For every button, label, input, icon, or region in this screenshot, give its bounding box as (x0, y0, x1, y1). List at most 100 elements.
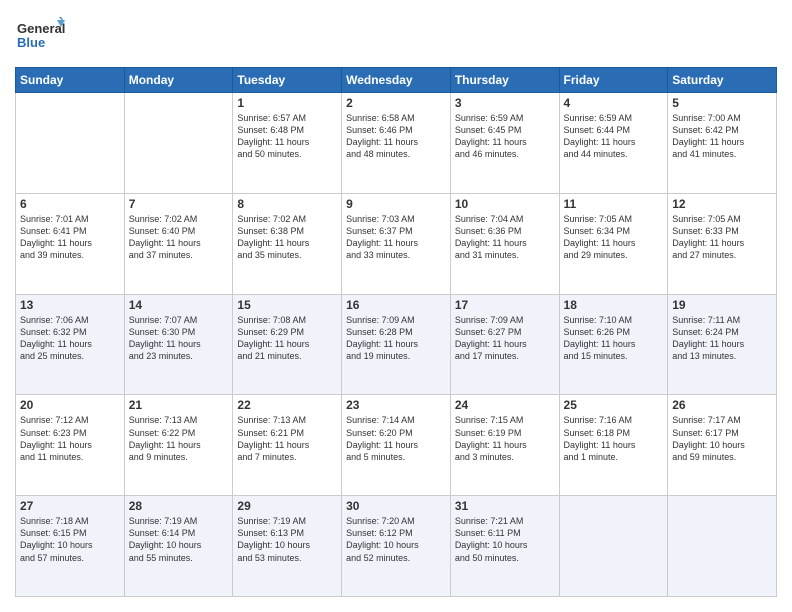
logo: General Blue (15, 15, 65, 57)
calendar-cell: 2 Sunrise: 6:58 AM Sunset: 6:46 PM Daylig… (342, 93, 451, 194)
cell-content: Sunrise: 7:09 AM Sunset: 6:27 PM Dayligh… (455, 314, 555, 363)
cell-content: Sunrise: 7:05 AM Sunset: 6:34 PM Dayligh… (564, 213, 664, 262)
day-number: 26 (672, 398, 772, 412)
day-number: 3 (455, 96, 555, 110)
calendar-cell: 23 Sunrise: 7:14 AM Sunset: 6:20 PM Dayli… (342, 395, 451, 496)
day-number: 12 (672, 197, 772, 211)
cell-content: Sunrise: 7:21 AM Sunset: 6:11 PM Dayligh… (455, 515, 555, 564)
cell-content: Sunrise: 7:12 AM Sunset: 6:23 PM Dayligh… (20, 414, 120, 463)
cell-content: Sunrise: 7:14 AM Sunset: 6:20 PM Dayligh… (346, 414, 446, 463)
svg-text:Blue: Blue (17, 35, 45, 50)
calendar-cell: 6Sunrise: 7:01 AM Sunset: 6:41 PM Daylig… (16, 193, 125, 294)
cell-content: Sunrise: 7:02 AM Sunset: 6:38 PM Dayligh… (237, 213, 337, 262)
calendar-week-row: 6Sunrise: 7:01 AM Sunset: 6:41 PM Daylig… (16, 193, 777, 294)
calendar-cell (668, 496, 777, 597)
calendar-cell: 29 Sunrise: 7:19 AM Sunset: 6:13 PM Dayli… (233, 496, 342, 597)
calendar-cell: 1 Sunrise: 6:57 AM Sunset: 6:48 PM Daylig… (233, 93, 342, 194)
day-number: 30 (346, 499, 446, 513)
day-header-tuesday: Tuesday (233, 68, 342, 93)
calendar-cell: 3Sunrise: 6:59 AM Sunset: 6:45 PM Daylig… (450, 93, 559, 194)
day-number: 20 (20, 398, 120, 412)
cell-content: Sunrise: 6:57 AM Sunset: 6:48 PM Dayligh… (237, 112, 337, 161)
day-number: 5 (672, 96, 772, 110)
cell-content: Sunrise: 7:15 AM Sunset: 6:19 PM Dayligh… (455, 414, 555, 463)
cell-content: Sunrise: 6:58 AM Sunset: 6:46 PM Dayligh… (346, 112, 446, 161)
calendar-cell: 19 Sunrise: 7:11 AM Sunset: 6:24 PM Dayli… (668, 294, 777, 395)
day-number: 9 (346, 197, 446, 211)
calendar-cell: 12 Sunrise: 7:05 AM Sunset: 6:33 PM Dayli… (668, 193, 777, 294)
calendar-cell: 30 Sunrise: 7:20 AM Sunset: 6:12 PM Dayli… (342, 496, 451, 597)
header: General Blue (15, 15, 777, 57)
calendar-cell: 8 Sunrise: 7:02 AM Sunset: 6:38 PM Daylig… (233, 193, 342, 294)
calendar-cell (124, 93, 233, 194)
day-number: 10 (455, 197, 555, 211)
day-number: 21 (129, 398, 229, 412)
day-number: 19 (672, 298, 772, 312)
day-number: 14 (129, 298, 229, 312)
cell-content: Sunrise: 7:00 AM Sunset: 6:42 PM Dayligh… (672, 112, 772, 161)
calendar-cell: 4Sunrise: 6:59 AM Sunset: 6:44 PM Daylig… (559, 93, 668, 194)
calendar-week-row: 27 Sunrise: 7:18 AM Sunset: 6:15 PM Dayli… (16, 496, 777, 597)
calendar-cell: 20 Sunrise: 7:12 AM Sunset: 6:23 PM Dayli… (16, 395, 125, 496)
calendar-cell: 5 Sunrise: 7:00 AM Sunset: 6:42 PM Daylig… (668, 93, 777, 194)
day-number: 18 (564, 298, 664, 312)
calendar-cell: 25Sunrise: 7:16 AM Sunset: 6:18 PM Dayli… (559, 395, 668, 496)
day-number: 22 (237, 398, 337, 412)
day-number: 2 (346, 96, 446, 110)
day-header-thursday: Thursday (450, 68, 559, 93)
cell-content: Sunrise: 7:17 AM Sunset: 6:17 PM Dayligh… (672, 414, 772, 463)
calendar-cell: 27 Sunrise: 7:18 AM Sunset: 6:15 PM Dayli… (16, 496, 125, 597)
calendar-cell: 22 Sunrise: 7:13 AM Sunset: 6:21 PM Dayli… (233, 395, 342, 496)
cell-content: Sunrise: 7:03 AM Sunset: 6:37 PM Dayligh… (346, 213, 446, 262)
cell-content: Sunrise: 7:16 AM Sunset: 6:18 PM Dayligh… (564, 414, 664, 463)
day-number: 31 (455, 499, 555, 513)
day-header-wednesday: Wednesday (342, 68, 451, 93)
calendar-cell: 18 Sunrise: 7:10 AM Sunset: 6:26 PM Dayli… (559, 294, 668, 395)
calendar-header-row: SundayMondayTuesdayWednesdayThursdayFrid… (16, 68, 777, 93)
calendar-week-row: 13Sunrise: 7:06 AM Sunset: 6:32 PM Dayli… (16, 294, 777, 395)
calendar-body: 1 Sunrise: 6:57 AM Sunset: 6:48 PM Daylig… (16, 93, 777, 597)
calendar-table: SundayMondayTuesdayWednesdayThursdayFrid… (15, 67, 777, 597)
calendar-cell: 13Sunrise: 7:06 AM Sunset: 6:32 PM Dayli… (16, 294, 125, 395)
day-header-friday: Friday (559, 68, 668, 93)
day-header-sunday: Sunday (16, 68, 125, 93)
day-number: 23 (346, 398, 446, 412)
cell-content: Sunrise: 7:19 AM Sunset: 6:13 PM Dayligh… (237, 515, 337, 564)
calendar-cell: 28Sunrise: 7:19 AM Sunset: 6:14 PM Dayli… (124, 496, 233, 597)
calendar-week-row: 20 Sunrise: 7:12 AM Sunset: 6:23 PM Dayli… (16, 395, 777, 496)
day-number: 11 (564, 197, 664, 211)
day-number: 27 (20, 499, 120, 513)
calendar-cell: 14 Sunrise: 7:07 AM Sunset: 6:30 PM Dayli… (124, 294, 233, 395)
day-header-saturday: Saturday (668, 68, 777, 93)
day-number: 13 (20, 298, 120, 312)
svg-text:General: General (17, 21, 65, 36)
day-number: 24 (455, 398, 555, 412)
calendar-cell: 11 Sunrise: 7:05 AM Sunset: 6:34 PM Dayli… (559, 193, 668, 294)
day-number: 29 (237, 499, 337, 513)
day-number: 16 (346, 298, 446, 312)
calendar-cell: 7 Sunrise: 7:02 AM Sunset: 6:40 PM Daylig… (124, 193, 233, 294)
cell-content: Sunrise: 7:10 AM Sunset: 6:26 PM Dayligh… (564, 314, 664, 363)
calendar-page: General Blue SundayMondayTuesdayWednesda… (0, 0, 792, 612)
cell-content: Sunrise: 7:01 AM Sunset: 6:41 PM Dayligh… (20, 213, 120, 262)
calendar-cell (16, 93, 125, 194)
cell-content: Sunrise: 7:13 AM Sunset: 6:21 PM Dayligh… (237, 414, 337, 463)
cell-content: Sunrise: 7:13 AM Sunset: 6:22 PM Dayligh… (129, 414, 229, 463)
cell-content: Sunrise: 7:08 AM Sunset: 6:29 PM Dayligh… (237, 314, 337, 363)
calendar-cell: 24 Sunrise: 7:15 AM Sunset: 6:19 PM Dayli… (450, 395, 559, 496)
day-number: 1 (237, 96, 337, 110)
cell-content: Sunrise: 7:18 AM Sunset: 6:15 PM Dayligh… (20, 515, 120, 564)
cell-content: Sunrise: 7:20 AM Sunset: 6:12 PM Dayligh… (346, 515, 446, 564)
calendar-cell: 16Sunrise: 7:09 AM Sunset: 6:28 PM Dayli… (342, 294, 451, 395)
calendar-cell: 31 Sunrise: 7:21 AM Sunset: 6:11 PM Dayli… (450, 496, 559, 597)
cell-content: Sunrise: 7:19 AM Sunset: 6:14 PM Dayligh… (129, 515, 229, 564)
cell-content: Sunrise: 6:59 AM Sunset: 6:44 PM Dayligh… (564, 112, 664, 161)
cell-content: Sunrise: 7:07 AM Sunset: 6:30 PM Dayligh… (129, 314, 229, 363)
cell-content: Sunrise: 7:02 AM Sunset: 6:40 PM Dayligh… (129, 213, 229, 262)
logo-svg: General Blue (15, 15, 65, 57)
cell-content: Sunrise: 7:05 AM Sunset: 6:33 PM Dayligh… (672, 213, 772, 262)
cell-content: Sunrise: 7:04 AM Sunset: 6:36 PM Dayligh… (455, 213, 555, 262)
day-number: 7 (129, 197, 229, 211)
cell-content: Sunrise: 7:11 AM Sunset: 6:24 PM Dayligh… (672, 314, 772, 363)
day-number: 8 (237, 197, 337, 211)
